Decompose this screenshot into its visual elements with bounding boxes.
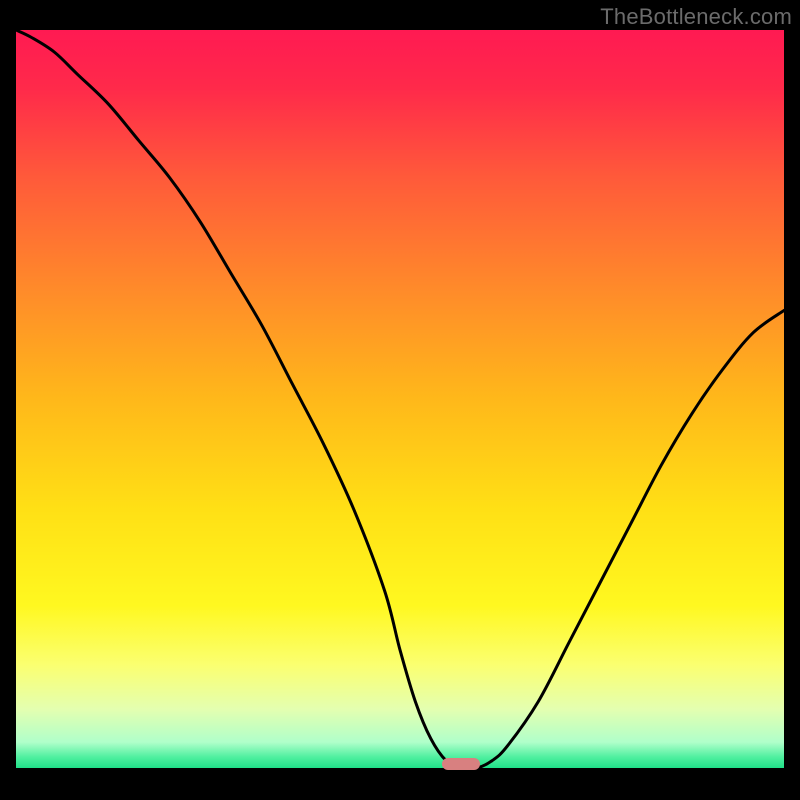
bottleneck-marker xyxy=(442,758,480,770)
bottleneck-chart xyxy=(16,30,784,768)
chart-frame xyxy=(16,30,784,784)
gradient-background xyxy=(16,30,784,768)
watermark-text: TheBottleneck.com xyxy=(600,4,792,30)
